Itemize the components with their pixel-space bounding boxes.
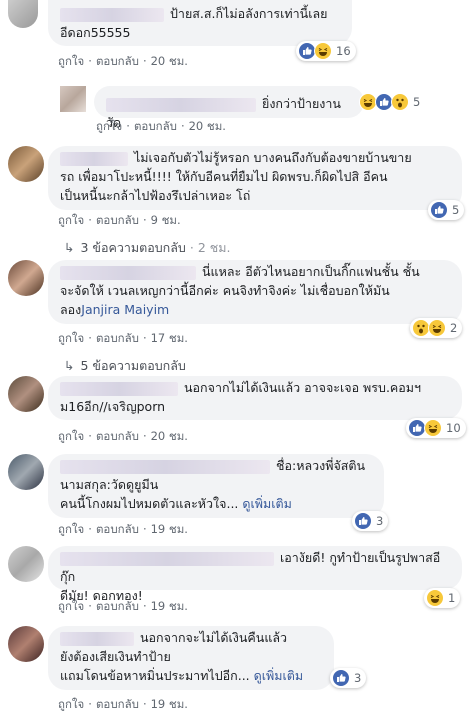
reaction-count: 10 bbox=[446, 421, 461, 435]
comment-actions: ถูกใจ · ตอบกลับ · 20 ชม. bbox=[58, 54, 188, 68]
timestamp[interactable]: 19 ชม. bbox=[151, 599, 188, 613]
comment-bubble: ยิ่งกว่าป้ายงานวัด bbox=[94, 86, 364, 130]
commenter-name[interactable] bbox=[60, 151, 128, 166]
see-more-link[interactable]: ดูเพิ่มเติม bbox=[254, 668, 304, 683]
reply-link[interactable]: ตอบกลับ bbox=[96, 697, 139, 711]
reply-link[interactable]: ตอบกลับ bbox=[96, 54, 139, 68]
like-link[interactable]: ถูกใจ bbox=[58, 54, 84, 68]
avatar[interactable] bbox=[8, 146, 44, 182]
like-reaction-icon bbox=[332, 669, 350, 687]
reply-link[interactable]: ตอบกลับ bbox=[96, 331, 139, 345]
comment-actions: ถูกใจ · ตอบกลับ · 19 ชม. bbox=[58, 697, 188, 711]
timestamp[interactable]: 19 ชม. bbox=[151, 522, 188, 536]
reaction-count: 16 bbox=[336, 44, 351, 58]
reaction-summary[interactable]: 16 bbox=[296, 41, 356, 61]
comment-bubble: นี่แหละ อีตัวไหนอยากเป็นกิ๊กแฟนชั้น ชั้น… bbox=[48, 260, 462, 324]
timestamp[interactable]: 19 ชม. bbox=[151, 697, 188, 711]
reply-link[interactable]: ตอบกลับ bbox=[134, 119, 177, 133]
comment-actions: ถูกใจ · ตอบกลับ · 9 ชม. bbox=[58, 213, 181, 227]
reaction-summary[interactable]: 5 bbox=[357, 92, 425, 112]
reaction-summary[interactable]: 1 bbox=[424, 588, 461, 608]
timestamp[interactable]: 17 ชม. bbox=[151, 331, 188, 345]
comment-actions: ถูกใจ · ตอบกลับ · 19 ชม. bbox=[58, 599, 188, 613]
reply-link[interactable]: ตอบกลับ bbox=[96, 429, 139, 443]
commenter-name[interactable] bbox=[60, 265, 196, 280]
commenter-name[interactable] bbox=[60, 459, 270, 474]
reaction-count: 2 bbox=[450, 321, 458, 335]
tagged-user[interactable]: Janjira Maiyim bbox=[81, 302, 169, 317]
comment-actions: ถูกใจ · ตอบกลับ · 19 ชม. bbox=[58, 522, 188, 536]
reaction-count: 5 bbox=[413, 95, 421, 109]
avatar[interactable] bbox=[8, 546, 44, 582]
like-reaction-icon bbox=[354, 512, 372, 530]
commenter-name[interactable] bbox=[60, 7, 164, 22]
like-link[interactable]: ถูกใจ bbox=[58, 331, 84, 345]
like-link[interactable]: ถูกใจ bbox=[58, 522, 84, 536]
comment-bubble: นอกจากไม่ได้เงินแล้ว อาจจะเจอ พรบ.คอมฯ ม… bbox=[48, 376, 462, 420]
reply-count[interactable]: 3 ข้อความตอบกลับ bbox=[80, 240, 185, 255]
reaction-summary[interactable]: 3 bbox=[330, 668, 367, 688]
reply-link[interactable]: ตอบกลับ bbox=[96, 213, 139, 227]
reply-link[interactable]: ตอบกลับ bbox=[96, 522, 139, 536]
wow-reaction-icon bbox=[391, 93, 409, 111]
like-reaction-icon bbox=[430, 201, 448, 219]
reply-arrow-icon: ↳ bbox=[64, 358, 75, 373]
reaction-summary[interactable]: 10 bbox=[406, 418, 466, 438]
like-link[interactable]: ถูกใจ bbox=[58, 429, 84, 443]
avatar[interactable] bbox=[8, 376, 44, 412]
reply-thread-link[interactable]: ↳ 5 ข้อความตอบกลับ bbox=[64, 356, 186, 376]
commenter-name[interactable] bbox=[106, 97, 256, 112]
comment-actions: ถูกใจ · ตอบกลับ · 17 ชม. bbox=[58, 331, 188, 345]
comment-bubble: ชื่อ:หลวงพี่จัสติน นามสกุล:วัดดูยูมีน คน… bbox=[48, 454, 384, 518]
reaction-count: 3 bbox=[376, 514, 384, 528]
haha-reaction-icon bbox=[426, 589, 444, 607]
reply-link[interactable]: ตอบกลับ bbox=[96, 599, 139, 613]
comment-bubble: นอกจากจะไม่ได้เงินคืนแล้ว ยังต้องเสียเงิ… bbox=[48, 626, 334, 690]
haha-reaction-icon bbox=[424, 419, 442, 437]
commenter-name[interactable] bbox=[60, 631, 134, 646]
like-link[interactable]: ถูกใจ bbox=[58, 213, 84, 227]
haha-reaction-icon bbox=[428, 319, 446, 337]
haha-reaction-icon bbox=[314, 42, 332, 60]
comment-actions: ถูกใจ · ตอบกลับ · 20 ชม. bbox=[96, 119, 226, 133]
avatar[interactable] bbox=[8, 626, 44, 662]
reaction-count: 1 bbox=[448, 591, 456, 605]
reply-time: 2 ชม. bbox=[197, 240, 231, 255]
timestamp[interactable]: 20 ชม. bbox=[151, 429, 188, 443]
comment-actions: ถูกใจ · ตอบกลับ · 20 ชม. bbox=[58, 429, 188, 443]
comment-bubble: ไม่เจอกับตัวไม่รู้หรอก บางคนถึงกับต้องขา… bbox=[48, 146, 462, 210]
avatar[interactable] bbox=[60, 86, 86, 112]
reply-arrow-icon: ↳ bbox=[64, 240, 75, 255]
commenter-name[interactable] bbox=[60, 551, 274, 566]
reaction-count: 5 bbox=[452, 203, 460, 217]
reply-count[interactable]: 5 ข้อความตอบกลับ bbox=[80, 358, 185, 373]
reaction-summary[interactable]: 5 bbox=[428, 200, 465, 220]
reaction-summary[interactable]: 2 bbox=[410, 318, 463, 338]
avatar[interactable] bbox=[8, 260, 44, 296]
like-link[interactable]: ถูกใจ bbox=[96, 119, 122, 133]
commenter-name[interactable] bbox=[60, 381, 178, 396]
avatar[interactable] bbox=[8, 454, 44, 490]
avatar[interactable] bbox=[8, 0, 38, 28]
reaction-summary[interactable]: 3 bbox=[352, 511, 389, 531]
comment-bubble: ป้ายส.ส.ก็ไม่อลังการเท่านี้เลย อีดอก5555… bbox=[48, 0, 352, 46]
see-more-link[interactable]: ดูเพิ่มเติม bbox=[242, 496, 292, 511]
reaction-count: 3 bbox=[354, 671, 362, 685]
reply-thread-link[interactable]: ↳ 3 ข้อความตอบกลับ · 2 ชม. bbox=[64, 238, 230, 258]
timestamp[interactable]: 9 ชม. bbox=[151, 213, 181, 227]
timestamp[interactable]: 20 ชม. bbox=[151, 54, 188, 68]
timestamp[interactable]: 20 ชม. bbox=[189, 119, 226, 133]
comment-bubble: เอางัยดี! กูทำป้ายเป็นรูปพาสอีกุ๊ก ดีมัย… bbox=[48, 546, 462, 603]
like-link[interactable]: ถูกใจ bbox=[58, 599, 84, 613]
like-link[interactable]: ถูกใจ bbox=[58, 697, 84, 711]
